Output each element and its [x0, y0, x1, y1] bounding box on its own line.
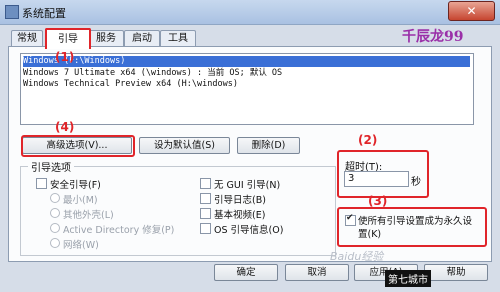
os-list-item[interactable]: Windows Technical Preview x64 (H:\window… — [23, 79, 238, 90]
boot-log-label: 引导日志(B) — [214, 195, 266, 206]
safe-boot-checkbox[interactable] — [36, 178, 47, 189]
alternate-shell-label: 其他外壳(L) — [63, 210, 114, 221]
tab-services[interactable]: 服务 — [88, 30, 124, 47]
tab-startup[interactable]: 启动 — [124, 30, 160, 47]
ok-button[interactable]: 确定 — [214, 264, 278, 281]
annotation-number-1: (1) — [55, 50, 75, 64]
active-directory-label: Active Directory 修复(P) — [63, 225, 175, 236]
os-list-item[interactable]: Windows 7 Ultimate x64 (\windows) : 当前 O… — [23, 68, 282, 79]
annotation-number-4: (4) — [55, 120, 75, 134]
delete-button[interactable]: 删除(D) — [237, 137, 300, 154]
watermark-top: 千辰龙99 — [402, 29, 464, 45]
close-button[interactable]: ✕ — [448, 1, 495, 21]
tab-boot[interactable]: 引导 — [45, 28, 91, 49]
app-icon — [5, 5, 19, 19]
annotation-box-3 — [337, 207, 487, 247]
annotation-number-2: (2) — [358, 133, 378, 147]
watermark-faint: Baidu经验 — [330, 250, 384, 263]
minimal-label: 最小(M) — [63, 195, 98, 206]
network-label: 网络(W) — [63, 240, 99, 251]
boot-log-checkbox[interactable] — [200, 193, 211, 204]
network-radio[interactable] — [50, 238, 60, 248]
set-default-button[interactable]: 设为默认值(S) — [139, 137, 230, 154]
no-gui-checkbox[interactable] — [200, 178, 211, 189]
no-gui-label: 无 GUI 引导(N) — [214, 180, 281, 191]
window-title: 系统配置 — [22, 7, 66, 20]
annotation-box-4 — [21, 135, 135, 157]
cancel-button[interactable]: 取消 — [285, 264, 349, 281]
annotation-number-3: (3) — [368, 194, 388, 208]
os-list[interactable]: Windows (F:\Windows) Windows 7 Ultimate … — [20, 53, 474, 125]
os-info-label: OS 引导信息(O) — [214, 225, 284, 236]
title-bar — [0, 0, 500, 25]
alternate-shell-radio[interactable] — [50, 208, 60, 218]
tab-tools[interactable]: 工具 — [160, 30, 196, 47]
os-info-checkbox[interactable] — [200, 223, 211, 234]
annotation-box-2 — [337, 150, 429, 198]
tab-general[interactable]: 常规 — [11, 30, 43, 47]
boot-options-label: 引导选项 — [28, 159, 74, 174]
minimal-radio[interactable] — [50, 193, 60, 203]
active-directory-radio[interactable] — [50, 223, 60, 233]
os-list-item[interactable]: Windows (F:\Windows) — [23, 56, 470, 67]
watermark-bottom: 第七城市 — [385, 270, 431, 287]
help-button[interactable]: 帮助 — [424, 264, 488, 281]
base-video-checkbox[interactable] — [200, 208, 211, 219]
safe-boot-label: 安全引导(F) — [50, 180, 101, 191]
base-video-label: 基本视频(E) — [214, 210, 266, 221]
